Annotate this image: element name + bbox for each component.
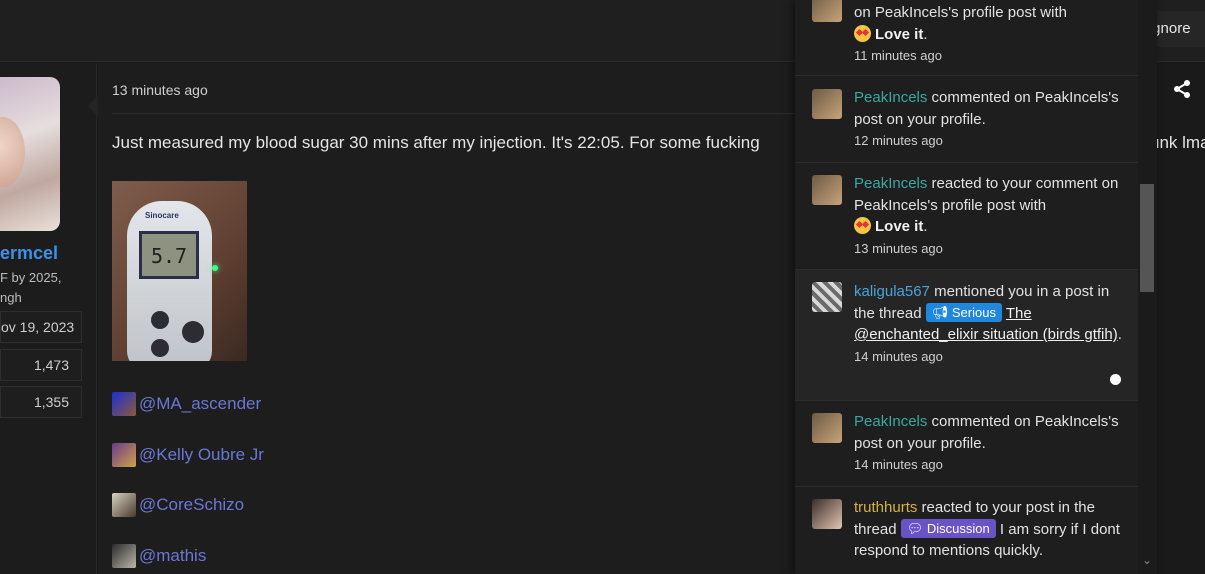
alert-username[interactable]: PeakIncels	[854, 413, 927, 430]
post-text-tail: unk lma	[1150, 133, 1205, 152]
mention-avatar	[112, 392, 136, 416]
mention-label: @mathis	[139, 546, 207, 565]
post-arrow	[88, 96, 98, 116]
alert-avatar	[812, 175, 842, 205]
glucose-meter: Sinocare 5.7	[127, 201, 212, 361]
alert-text: kaligula567 mentioned you in a post in t…	[854, 281, 1129, 367]
alert-time: 14 minutes ago	[854, 348, 943, 364]
alert-item[interactable]: PeakIncels reacted to your comment on Pe…	[795, 163, 1138, 270]
tag-label: Discussion	[926, 520, 990, 536]
avatar-face	[0, 117, 25, 187]
prefix-tag-discussion: 💬︎ Discussion	[900, 518, 996, 538]
chat-bubbles-icon: 💬︎	[906, 520, 924, 536]
alert-avatar	[812, 499, 842, 529]
alert-text: PeakIncels commented on PeakIncels's pos…	[854, 411, 1129, 475]
user-avatar[interactable]	[0, 77, 60, 231]
alert-username[interactable]: truthhurts	[854, 499, 917, 516]
alert-text: PeakIncels reacted to your comment on Pe…	[854, 173, 1129, 259]
user-title-line2: ngh	[0, 290, 22, 305]
meter-button-down	[151, 339, 169, 357]
mention-avatar	[112, 443, 136, 467]
post-timestamp[interactable]: 13 minutes ago	[112, 82, 208, 98]
username-link[interactable]: ermcel	[0, 243, 58, 264]
alert-item[interactable]: truthhurts reacted to your post in the t…	[795, 487, 1138, 574]
user-title: F by 2025, ngh	[0, 268, 61, 308]
mention-label: @Kelly Oubre Jr	[139, 445, 264, 464]
mention-mathis[interactable]: @mathis	[112, 544, 206, 568]
mention-coreschizo[interactable]: @CoreSchizo	[112, 493, 244, 517]
meter-led	[212, 265, 218, 271]
megaphone-icon: 📢︎	[931, 304, 949, 320]
user-sidebar: ermcel F by 2025, ngh ov 19, 2023 1,473 …	[0, 63, 97, 574]
tag-label: Serious	[951, 304, 996, 320]
user-title-line1: F by 2025,	[0, 270, 62, 285]
love-it-emoji-icon	[854, 24, 871, 42]
alert-avatar	[812, 0, 842, 22]
reaction-label: Love it	[875, 25, 924, 43]
joined-stat: ov 19, 2023	[0, 311, 82, 343]
post-text: Just measured my blood sugar 30 mins aft…	[112, 133, 760, 152]
alert-username[interactable]: PeakIncels	[854, 175, 927, 192]
alert-item[interactable]: on PeakIncels's profile post with Love i…	[795, 0, 1138, 76]
mention-kelly-oubre[interactable]: @Kelly Oubre Jr	[112, 443, 264, 467]
alert-text: truthhurts reacted to your post in the t…	[854, 497, 1129, 562]
meter-brand: Sinocare	[145, 211, 179, 220]
mention-avatar	[112, 544, 136, 568]
prefix-tag-serious: 📢︎ Serious	[925, 302, 1002, 322]
mention-avatar	[112, 493, 136, 517]
alert-username[interactable]: kaligula567	[854, 283, 930, 300]
meter-screen: 5.7	[139, 231, 199, 279]
alert-message: on PeakIncels's profile post with	[854, 4, 1067, 21]
alerts-popup: on PeakIncels's profile post with Love i…	[795, 0, 1157, 574]
reaction-score-stat: 1,355	[0, 386, 82, 418]
mention-label: @CoreSchizo	[139, 495, 245, 514]
chevron-down-icon[interactable]: ⌄	[1140, 553, 1154, 567]
alert-time: 13 minutes ago	[854, 240, 943, 256]
alert-item-unread[interactable]: kaligula567 mentioned you in a post in t…	[795, 270, 1138, 401]
post-image[interactable]: Sinocare 5.7	[112, 181, 247, 361]
unread-dot-icon[interactable]	[1110, 374, 1121, 385]
alerts-scrollbar-thumb[interactable]	[1140, 184, 1154, 292]
alert-avatar	[812, 89, 842, 119]
share-icon[interactable]	[1172, 78, 1194, 100]
love-it-emoji-icon	[854, 217, 871, 234]
alert-text: PeakIncels commented on PeakIncels's pos…	[854, 87, 1129, 151]
alert-time: 12 minutes ago	[854, 133, 943, 148]
meter-power-button	[182, 321, 204, 343]
meter-button-up	[151, 311, 169, 329]
alert-avatar	[812, 413, 842, 443]
meter-reading: 5.7	[150, 244, 188, 268]
alert-time: 14 minutes ago	[854, 457, 943, 472]
alert-username[interactable]: PeakIncels	[854, 89, 927, 106]
alert-text: on PeakIncels's profile post with Love i…	[854, 2, 1129, 66]
reaction-label: Love it	[875, 218, 924, 235]
messages-stat: 1,473	[0, 349, 82, 381]
alert-item[interactable]: PeakIncels commented on PeakIncels's pos…	[795, 401, 1138, 487]
post-divider	[112, 113, 802, 114]
alert-avatar	[812, 282, 842, 312]
mention-label: @MA_ascender	[139, 394, 262, 413]
mention-ma-ascender[interactable]: @MA_ascender	[112, 392, 261, 416]
alert-item[interactable]: PeakIncels commented on PeakIncels's pos…	[795, 76, 1138, 163]
alert-time: 11 minutes ago	[854, 48, 942, 63]
